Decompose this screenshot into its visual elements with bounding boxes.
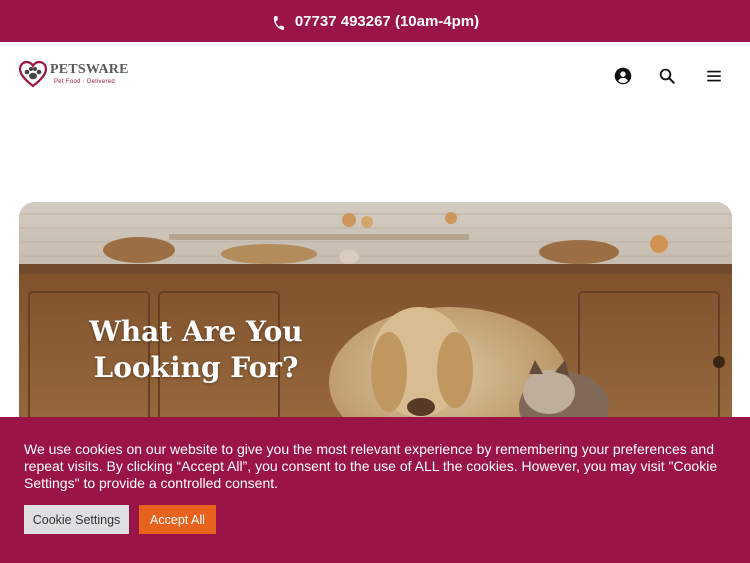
- phone-icon: [273, 15, 285, 30]
- accept-all-button[interactable]: Accept All: [139, 505, 216, 534]
- site-logo[interactable]: PETSWARE Pet Food · Delivered: [18, 59, 129, 89]
- phone-link[interactable]: 07737 493267 (10am-4pm): [295, 13, 479, 30]
- site-header: PETSWARE Pet Food · Delivered: [0, 42, 750, 110]
- user-account-icon[interactable]: [613, 66, 633, 86]
- hero-banner: What Are You Looking For?: [19, 202, 732, 442]
- top-contact-bar: 07737 493267 (10am-4pm): [0, 0, 750, 42]
- hero-title: What Are You Looking For?: [89, 315, 303, 384]
- cookie-message: We use cookies on our website to give yo…: [24, 441, 718, 491]
- logo-name: PETSWARE: [50, 62, 129, 77]
- heart-paw-logo-icon: [18, 60, 48, 88]
- menu-icon[interactable]: [704, 66, 724, 86]
- logo-tagline: Pet Food · Delivered: [54, 79, 116, 85]
- search-icon[interactable]: [657, 66, 677, 86]
- cookie-consent-banner: We use cookies on our website to give yo…: [0, 417, 750, 563]
- cookie-settings-button[interactable]: Cookie Settings: [24, 505, 129, 534]
